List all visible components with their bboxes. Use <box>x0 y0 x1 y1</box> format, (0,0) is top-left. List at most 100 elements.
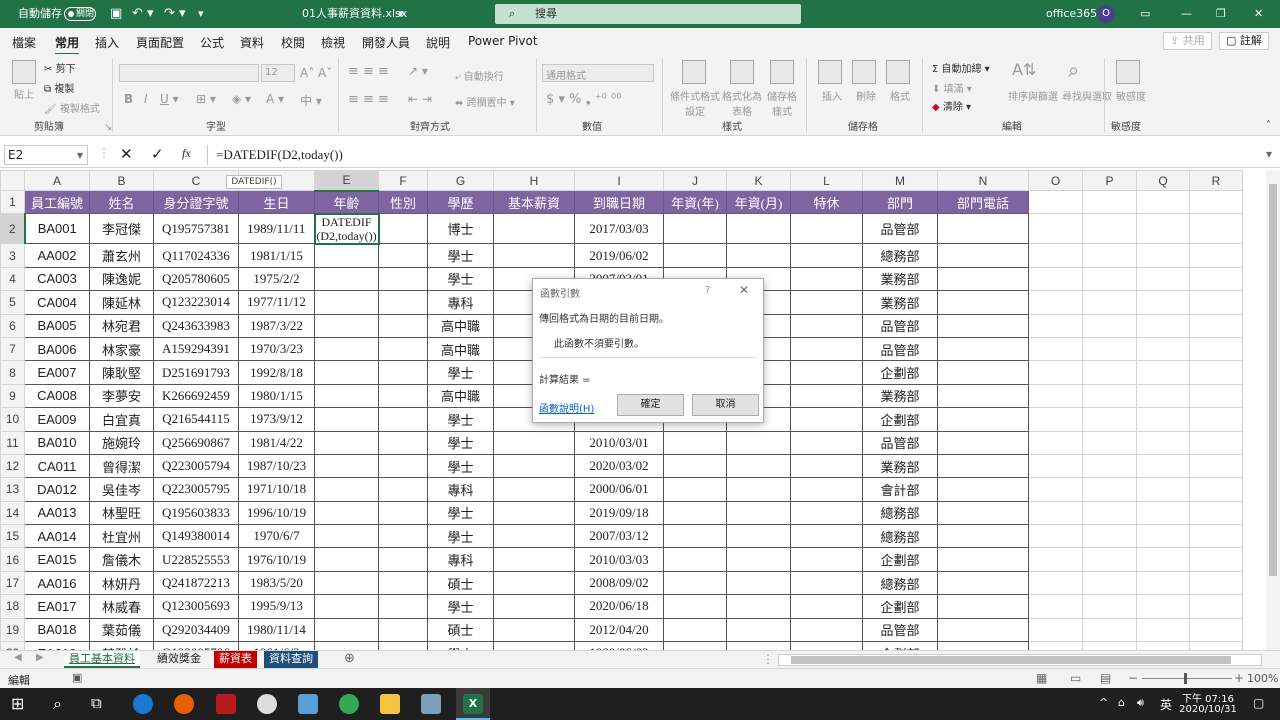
cell-p[interactable] <box>1082 594 1137 619</box>
tab-developer[interactable]: 開發人員 <box>362 34 410 51</box>
cell-e[interactable] <box>314 570 379 596</box>
row-header[interactable]: 19 <box>0 617 25 643</box>
cell-n[interactable] <box>937 570 1029 596</box>
cell-l[interactable] <box>790 213 863 245</box>
cell-d[interactable]: 1980/1/15 <box>238 383 315 409</box>
cell-f[interactable] <box>378 547 428 572</box>
column-title[interactable]: 身分證字號 <box>153 189 239 215</box>
cell-i[interactable]: 2008/09/02 <box>574 570 664 596</box>
font-name-box[interactable] <box>119 64 259 82</box>
cell-r[interactable] <box>1189 594 1243 619</box>
cell-o[interactable] <box>1028 524 1083 549</box>
sort-filter-button[interactable]: 排序與篩選 <box>1008 88 1058 103</box>
cell-b[interactable]: 陳逸妮 <box>89 266 154 292</box>
cell-h[interactable] <box>493 641 575 650</box>
cancel-button[interactable]: 取消 <box>692 394 759 416</box>
cell-o[interactable] <box>1028 383 1083 409</box>
cell-m[interactable]: 企劃部 <box>862 407 938 432</box>
cancel-icon[interactable]: ✕ <box>120 145 133 163</box>
cell-p[interactable] <box>1082 383 1137 409</box>
number-format-box[interactable]: 通用格式 <box>542 64 654 82</box>
macro-record-icon[interactable]: ▣ <box>72 671 82 684</box>
cell-p[interactable] <box>1082 360 1137 385</box>
zoom-level[interactable]: 100% <box>1247 672 1278 685</box>
cell-a[interactable]: EA009 <box>24 407 90 432</box>
cell-g[interactable]: 博士 <box>427 213 494 245</box>
cell-g[interactable]: 學士 <box>427 266 494 292</box>
cell-r[interactable] <box>1189 641 1243 650</box>
insert-function-icon[interactable]: fx <box>182 146 191 161</box>
cell-a[interactable]: CA011 <box>24 453 90 479</box>
cell-r[interactable] <box>1189 430 1243 455</box>
cell-o[interactable] <box>1028 189 1083 215</box>
cell-m[interactable]: 業務部 <box>862 383 938 409</box>
cell-a[interactable]: CA004 <box>24 290 90 315</box>
cell-h[interactable] <box>493 213 575 245</box>
cell-i[interactable]: 2007/03/12 <box>574 524 664 549</box>
cell-b[interactable]: 施婉玲 <box>89 430 154 455</box>
column-title[interactable]: 生日 <box>238 189 315 215</box>
cell-q[interactable] <box>1136 617 1190 643</box>
cell-b[interactable]: 吳佳岑 <box>89 477 154 502</box>
row-header[interactable]: 2 <box>0 213 26 245</box>
cell-e[interactable] <box>314 430 379 455</box>
cell-o[interactable] <box>1028 547 1083 572</box>
cell-m[interactable]: 品管部 <box>862 430 938 455</box>
zoom-out-icon[interactable]: − <box>1128 671 1138 685</box>
row-header[interactable]: 7 <box>0 336 25 362</box>
paste-button[interactable]: 貼上 <box>14 86 34 101</box>
cell-l[interactable] <box>790 383 863 409</box>
cell-g[interactable]: 高中職 <box>427 336 494 362</box>
cell-e[interactable] <box>314 594 379 619</box>
border-icon[interactable]: ⊞ ▾ <box>196 92 216 106</box>
row-header[interactable]: 17 <box>0 570 25 596</box>
cell-o[interactable] <box>1028 570 1083 596</box>
cell-p[interactable] <box>1082 570 1137 596</box>
cell-n[interactable] <box>937 500 1029 526</box>
orientation-icon[interactable]: ↗ ▾ <box>408 64 428 78</box>
cell-d[interactable]: 1989/11/11 <box>238 213 315 245</box>
cell-o[interactable] <box>1028 290 1083 315</box>
cell-c[interactable]: Q205780605 <box>153 266 239 292</box>
sort-filter-icon[interactable]: A⇅ <box>1012 60 1036 79</box>
cell-p[interactable] <box>1082 617 1137 643</box>
cell-d[interactable]: 1976/10/19 <box>238 547 315 572</box>
row-header[interactable]: 4 <box>0 266 25 292</box>
cut-button[interactable]: ✂ 剪下 <box>44 60 76 75</box>
insert-cells-button[interactable]: 插入 <box>822 88 842 103</box>
cell-n[interactable] <box>937 336 1029 362</box>
column-header-k[interactable]: K <box>726 170 791 191</box>
cell-c[interactable]: D251691793 <box>153 360 239 385</box>
cell-i[interactable]: 2019/09/18 <box>574 500 664 526</box>
cell-m[interactable]: 品管部 <box>862 213 938 245</box>
cell-d[interactable]: 1983/5/20 <box>238 570 315 596</box>
cell-o[interactable] <box>1028 641 1083 650</box>
cell-m[interactable]: 總務部 <box>862 524 938 549</box>
ime-indicator[interactable]: 英 <box>1160 696 1172 713</box>
cell-r[interactable] <box>1189 243 1243 268</box>
cell-f[interactable] <box>378 641 428 650</box>
close-icon[interactable]: ✕ <box>1254 7 1263 21</box>
merge-center-button[interactable]: ⬌ 跨欄置中 ▾ <box>455 94 515 109</box>
cell-k[interactable] <box>726 594 791 619</box>
cell-q[interactable] <box>1136 266 1190 292</box>
cell-f[interactable] <box>378 477 428 502</box>
cell-i[interactable]: 2020/03/02 <box>574 453 664 479</box>
cell-n[interactable] <box>937 266 1029 292</box>
expand-formula-icon[interactable]: ▾ <box>1266 147 1272 161</box>
cell-a[interactable]: BA010 <box>24 430 90 455</box>
row-header[interactable]: 10 <box>0 407 25 432</box>
cell-f[interactable] <box>378 213 428 245</box>
cell-a[interactable]: AA014 <box>24 524 90 549</box>
cell-g[interactable]: 學士 <box>427 453 494 479</box>
cell-q[interactable] <box>1136 453 1190 479</box>
cell-j[interactable] <box>663 547 727 572</box>
cell-d[interactable]: 1970/6/7 <box>238 524 315 549</box>
cell-e[interactable] <box>314 500 379 526</box>
cell-p[interactable] <box>1082 266 1137 292</box>
cell-i[interactable]: 2017/03/03 <box>574 213 664 245</box>
close-icon[interactable]: ✕ <box>739 283 749 297</box>
cell-a[interactable]: BA006 <box>24 336 90 362</box>
minimize-icon[interactable]: — <box>1181 7 1192 21</box>
cell-l[interactable] <box>790 641 863 650</box>
